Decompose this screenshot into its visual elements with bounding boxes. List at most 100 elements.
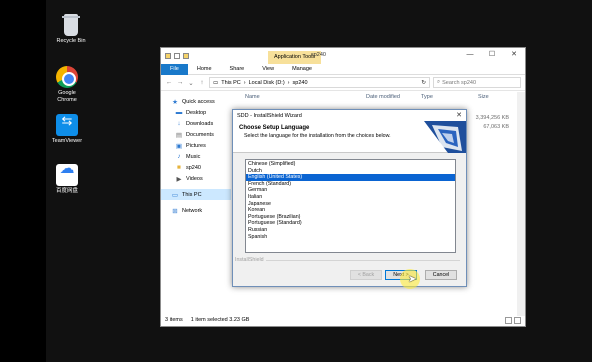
tab-file[interactable]: File (161, 63, 188, 75)
language-option[interactable]: Japanese (246, 201, 455, 208)
nav-item-quick-access[interactable]: ★ Quick access (161, 96, 231, 107)
column-date-modified[interactable]: Date modified (366, 94, 400, 100)
navigation-pane: ★ Quick access ▬ Desktop ↓ Downloads ▤ Docum… (161, 92, 231, 316)
address-bar[interactable]: ▭ This PC › Local Disk (D:) › sp240 ↻ (209, 77, 430, 88)
language-option[interactable]: Dutch (246, 168, 455, 175)
ribbon-tabs: File Home Share View Manage (161, 63, 525, 75)
column-type[interactable]: Type (421, 94, 433, 100)
chevron-right-icon: › (243, 79, 246, 86)
star-icon: ★ (172, 98, 178, 106)
folder-icon: ■ (177, 164, 181, 171)
nav-item-music[interactable]: ♪ Music (161, 151, 231, 162)
nav-item-network[interactable]: ⊞ Network (161, 205, 231, 216)
language-option[interactable]: Spanish (246, 234, 455, 241)
chrome-shortcut[interactable]: Google Chrome (46, 66, 88, 104)
music-icon: ♪ (177, 153, 181, 160)
language-option[interactable]: English (United States) (246, 174, 455, 181)
column-name[interactable]: Name (245, 94, 260, 100)
wizard-titlebar: SDD - InstallShield Wizard ✕ (233, 110, 466, 121)
address-row: ← → ⌄ ↑ ▭ This PC › Local Disk (D:) › sp… (161, 75, 525, 91)
language-option[interactable]: Portuguese (Standard) (246, 220, 455, 227)
baidu-netdisk-shortcut[interactable]: 百度网盘 (46, 164, 88, 195)
language-option[interactable]: Chinese (Simplified) (246, 161, 455, 168)
nav-item-documents[interactable]: ▤ Documents (161, 129, 231, 140)
mouse-pointer-icon: ➤ (408, 274, 417, 285)
large-icons-view-icon[interactable] (514, 317, 521, 324)
teamviewer-label: TeamViewer (51, 138, 83, 144)
language-option[interactable]: Italian (246, 194, 455, 201)
wizard-title: SDD - InstallShield Wizard (237, 112, 302, 119)
new-folder-icon[interactable] (183, 53, 189, 59)
nav-item-this-pc[interactable]: ▭ This PC (161, 189, 231, 200)
search-input[interactable]: ⌕ Search sp240 (433, 77, 521, 88)
nav-item-pictures[interactable]: ▣ Pictures (161, 140, 231, 151)
properties-icon[interactable] (174, 53, 180, 59)
teamviewer-shortcut[interactable]: TeamViewer (46, 114, 88, 145)
breadcrumb-local-disk[interactable]: Local Disk (D:) (249, 80, 285, 86)
nav-item-sp240[interactable]: ■ sp240 (161, 162, 231, 173)
maximize-button[interactable]: ☐ (481, 48, 503, 62)
nav-item-downloads[interactable]: ↓ Downloads (161, 118, 231, 129)
baidu-netdisk-label: 百度网盘 (55, 188, 78, 194)
language-option[interactable]: Portuguese (Brazilian) (246, 214, 455, 221)
teamviewer-icon (56, 114, 78, 136)
pc-icon: ▭ (213, 79, 219, 86)
breadcrumb-this-pc[interactable]: This PC (221, 80, 241, 86)
tab-share[interactable]: Share (221, 64, 254, 75)
back-button[interactable]: < Back (350, 270, 382, 280)
cancel-button[interactable]: Cancel (425, 270, 457, 280)
window-title: sp240 (311, 52, 326, 58)
minimize-button[interactable]: — (459, 48, 481, 62)
back-arrow-icon[interactable]: ← (165, 79, 173, 86)
quick-access-toolbar (161, 53, 189, 59)
close-button[interactable]: ✕ (503, 48, 525, 62)
selection-info: 1 item selected 3.23 GB (190, 317, 250, 323)
pictures-icon: ▣ (175, 142, 183, 150)
pc-icon: ▭ (171, 191, 179, 199)
breadcrumb-sp240[interactable]: sp240 (293, 80, 308, 86)
tab-view[interactable]: View (253, 64, 283, 75)
language-option[interactable]: French (Standard) (246, 181, 455, 188)
forward-arrow-icon[interactable]: → (176, 79, 184, 86)
folder-icon[interactable] (165, 53, 171, 59)
details-view-icon[interactable] (505, 317, 512, 324)
status-bar: 3 items 1 item selected 3.23 GB (161, 314, 525, 326)
file-size: 67,063 KB (483, 124, 509, 130)
chevron-right-icon: › (287, 79, 290, 86)
recycle-bin-icon (62, 14, 80, 36)
network-icon: ⊞ (172, 207, 178, 215)
file-size: 3,394,256 KB (475, 115, 509, 121)
search-icon: ⌕ (437, 79, 441, 85)
search-placeholder: Search sp240 (442, 79, 477, 86)
language-option[interactable]: Russian (246, 227, 455, 234)
column-size[interactable]: Size (478, 94, 489, 100)
language-option[interactable]: Korean (246, 207, 455, 214)
chrome-icon (56, 66, 78, 88)
vertical-scrollbar[interactable] (517, 92, 525, 316)
refresh-icon[interactable]: ↻ (421, 80, 426, 86)
tab-manage[interactable]: Manage (283, 64, 321, 75)
desktop-icon: ▬ (175, 109, 183, 116)
column-headers: Name Date modified Type Size (231, 92, 517, 101)
recycle-bin-label: Recycle Bin (56, 38, 86, 44)
installshield-label: InstallShield (235, 257, 266, 263)
download-icon: ↓ (177, 120, 181, 127)
language-listbox[interactable]: Chinese (Simplified) Dutch English (United… (245, 159, 456, 253)
chevron-down-icon[interactable]: ⌄ (187, 79, 195, 87)
installshield-logo-icon (424, 121, 466, 153)
explorer-titlebar: Application Tools sp240 — ☐ ✕ (161, 48, 525, 64)
tab-home[interactable]: Home (188, 64, 221, 75)
wizard-header: Choose Setup Language Select the languag… (233, 121, 466, 153)
baidu-netdisk-icon (56, 164, 78, 186)
videos-icon: ▶ (176, 175, 182, 183)
documents-icon: ▤ (175, 131, 183, 139)
chrome-label: Google Chrome (57, 90, 77, 103)
footer-divider (261, 260, 460, 261)
nav-item-videos[interactable]: ▶ Videos (161, 173, 231, 184)
up-arrow-icon[interactable]: ↑ (198, 79, 206, 86)
language-option[interactable]: German (246, 187, 455, 194)
item-count: 3 items (165, 317, 183, 323)
close-icon[interactable]: ✕ (456, 111, 462, 119)
nav-item-desktop[interactable]: ▬ Desktop (161, 107, 231, 118)
recycle-bin-shortcut[interactable]: Recycle Bin (50, 14, 92, 45)
